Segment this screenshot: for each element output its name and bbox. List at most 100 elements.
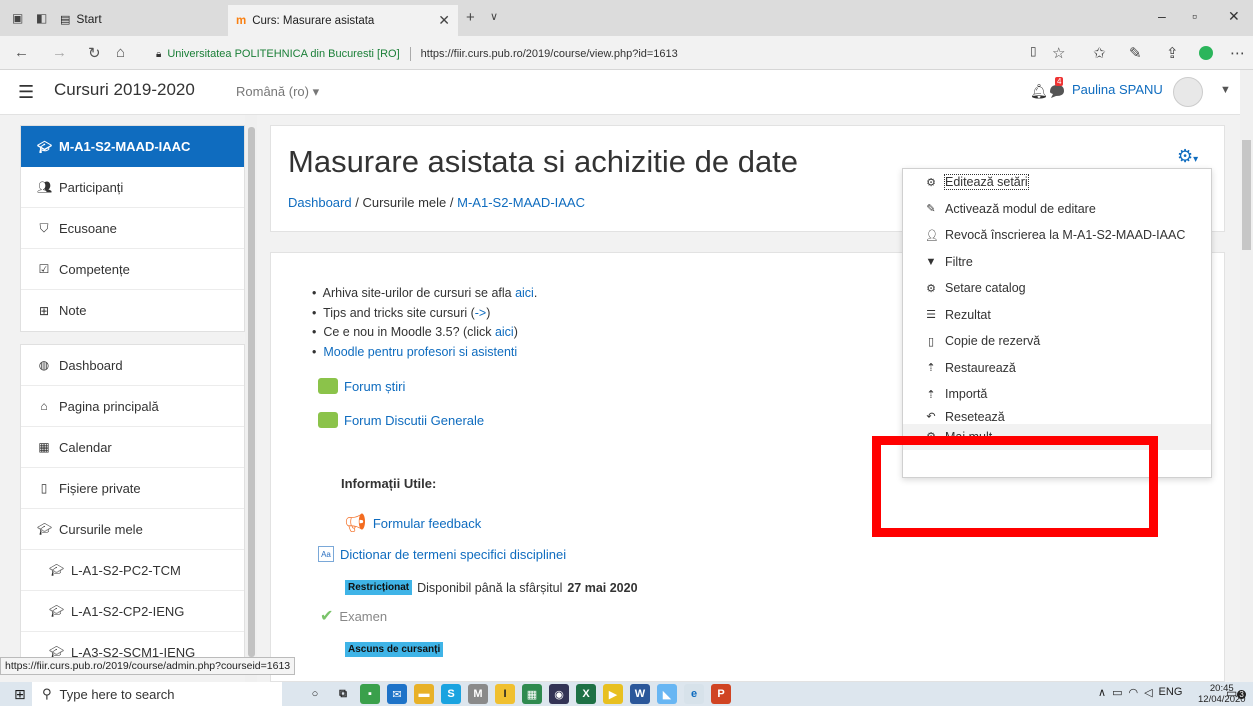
tray-chevron-icon[interactable]: ∧	[1098, 686, 1106, 699]
close-tab-icon[interactable]: ✕	[438, 12, 450, 29]
user-menu-chevron-icon[interactable]: ▼	[1220, 84, 1231, 96]
site-name[interactable]: Cursuri 2019-2020	[54, 80, 195, 100]
archive-link[interactable]: aici	[515, 286, 534, 300]
wifi-icon[interactable]: ◠	[1128, 686, 1138, 699]
file-explorer-icon[interactable]: ▬	[414, 684, 434, 704]
certificate-label[interactable]: Universitatea POLITEHNICA din Bucuresti …	[167, 48, 399, 60]
more-options-icon[interactable]: ⋯	[1230, 44, 1245, 62]
forum-news-activity[interactable]: Forum știri	[318, 378, 405, 394]
app-icon[interactable]: ▶	[603, 684, 623, 704]
url-text[interactable]: https://fiir.curs.pub.ro/2019/course/vie…	[421, 48, 678, 60]
sidebar-scrollbar[interactable]	[245, 115, 257, 682]
skype-icon[interactable]: S	[441, 684, 461, 704]
mail-icon[interactable]: ✉	[387, 684, 407, 704]
menu-edit-settings[interactable]: ⚙ Editează setări	[903, 169, 1211, 196]
menu-import[interactable]: ⇡ Importă	[903, 381, 1211, 408]
notifications-icon[interactable]: ▭ 3	[1226, 686, 1246, 700]
breadcrumb-my-courses[interactable]: Cursurile mele	[362, 195, 446, 210]
edge-icon[interactable]: e	[684, 684, 704, 704]
url-field[interactable]: 🔒︎ Universitatea POLITEHNICA din Bucures…	[156, 42, 996, 66]
word-icon[interactable]: W	[630, 684, 650, 704]
pen-notes-icon[interactable]: ✎	[1129, 44, 1142, 62]
sidebar-item-competencies[interactable]: ☑ Competențe	[21, 249, 244, 290]
sidebar-item-grades[interactable]: ⊞ Note	[21, 290, 244, 331]
forum-general-activity[interactable]: Forum Discutii Generale	[318, 412, 484, 428]
site-nav-group: ◍ Dashboard ⌂ Pagina principală ▦ Calendar …	[20, 344, 245, 674]
messages-icon[interactable]: 4	[1048, 77, 1066, 99]
reading-view-icon[interactable]: ▯	[1030, 44, 1037, 58]
glossary-activity[interactable]: Aa Dictionar de termeni specifici discip…	[318, 546, 566, 562]
sidebar-item-badges[interactable]: ⛉ Ecusoane	[21, 208, 244, 249]
whats-new-link[interactable]: aici	[495, 325, 514, 339]
taskbar-search-box[interactable]: ⚲ Type here to search	[32, 682, 282, 706]
sidebar-item-my-courses[interactable]: 🎓︎ Cursurile mele	[21, 509, 244, 550]
sidebar-item-course-2[interactable]: 🎓︎ L-A1-S2-CP2-IENG	[21, 591, 244, 632]
input-language[interactable]: ENG	[1159, 686, 1183, 699]
app-icon[interactable]: ◉	[549, 684, 569, 704]
megaphone-icon: 📢︎	[344, 513, 367, 533]
task-view-icon[interactable]: ⧉	[333, 684, 353, 704]
network-icon[interactable]: ▭	[1112, 686, 1122, 699]
menu-item-label: Setare catalog	[945, 281, 1026, 296]
extension-icon[interactable]	[1199, 46, 1213, 60]
sidebar-item-course[interactable]: 🎓︎ M-A1-S2-MAAD-IAAC	[21, 126, 244, 167]
cortana-icon[interactable]: ○	[305, 684, 325, 704]
menu-unenrol[interactable]: 👤︎ Revocă înscrierea la M-A1-S2-MAAD-IAAC	[903, 222, 1211, 249]
app-icon[interactable]: ▦	[522, 684, 542, 704]
menu-outcomes[interactable]: ☰ Rezultat	[903, 302, 1211, 329]
notifications-bell-icon[interactable]: 🔔︎	[1030, 83, 1048, 100]
hamburger-menu-icon[interactable]: ☰	[18, 82, 34, 103]
sidebar-item-private-files[interactable]: ▯ Fișiere private	[21, 468, 244, 509]
menu-backup[interactable]: ▯ Copie de rezervă	[903, 328, 1211, 355]
breadcrumb-dashboard[interactable]: Dashboard	[288, 195, 352, 210]
exam-activity[interactable]: ✔ Examen	[320, 606, 387, 626]
back-icon[interactable]: ←	[14, 44, 29, 61]
sidebar-item-dashboard[interactable]: ◍ Dashboard	[21, 345, 244, 386]
home-icon[interactable]: ⌂	[116, 44, 125, 61]
tab-actions-icon[interactable]: ▣	[12, 11, 23, 25]
sidebar-item-participants[interactable]: 👥︎ Participanți	[21, 167, 244, 208]
app-icon[interactable]: I	[495, 684, 515, 704]
sidebar-item-home[interactable]: ⌂ Pagina principală	[21, 386, 244, 427]
tab-start[interactable]: ▤ Start	[60, 8, 102, 30]
file-icon: ▯	[40, 481, 48, 495]
menu-reset[interactable]: ↶ Resetează	[903, 408, 1211, 424]
avatar[interactable]	[1173, 77, 1203, 107]
tab-course[interactable]: m Curs: Masurare asistata ✕	[228, 5, 458, 36]
activity-label: Formular feedback	[372, 516, 482, 531]
tips-link[interactable]: ->	[475, 306, 486, 320]
sidebar-item-label: Dashboard	[59, 357, 123, 373]
favorite-star-icon[interactable]: ☆	[1052, 44, 1065, 62]
page-scrollbar[interactable]	[1240, 70, 1253, 682]
close-window-icon[interactable]: ✕	[1228, 8, 1240, 25]
excel-icon[interactable]: X	[576, 684, 596, 704]
user-name[interactable]: Paulina SPANU	[1072, 82, 1163, 97]
refresh-icon[interactable]: ↻	[88, 44, 101, 62]
windows-start-icon[interactable]: ⊞	[14, 686, 26, 703]
breadcrumb-course[interactable]: M-A1-S2-MAAD-IAAC	[457, 195, 585, 210]
new-tab-icon[interactable]: +	[466, 9, 475, 26]
tab-list-chevron-icon[interactable]: ∨	[490, 10, 498, 23]
app-icon[interactable]: ▪	[360, 684, 380, 704]
language-menu[interactable]: Română (ro) ▾	[236, 84, 319, 100]
forward-icon[interactable]: →	[52, 44, 67, 61]
course-settings-gear-icon[interactable]: ⚙▾	[1177, 146, 1198, 167]
maximize-icon[interactable]: ▫	[1192, 8, 1197, 24]
tabs-aside-icon[interactable]: ◧	[36, 11, 47, 25]
menu-gradebook-setup[interactable]: ⚙ Setare catalog	[903, 275, 1211, 302]
feedback-form-activity[interactable]: 📢︎ Formular feedback	[344, 513, 481, 534]
app-icon[interactable]: M	[468, 684, 488, 704]
minimize-icon[interactable]: –	[1158, 8, 1166, 24]
powerpoint-icon[interactable]: P	[711, 684, 731, 704]
sidebar-item-course-1[interactable]: 🎓︎ L-A1-S2-PC2-TCM	[21, 550, 244, 591]
share-icon[interactable]: ⇪	[1166, 44, 1179, 62]
favorites-list-icon[interactable]: ✩	[1093, 44, 1106, 62]
app-icon[interactable]: ◣	[657, 684, 677, 704]
menu-restore[interactable]: ⇡ Restaurează	[903, 355, 1211, 382]
sidebar-item-calendar[interactable]: ▦ Calendar	[21, 427, 244, 468]
menu-item-label: Filtre	[945, 254, 973, 269]
menu-filters[interactable]: ▼ Filtre	[903, 249, 1211, 276]
volume-icon[interactable]: ◁	[1144, 686, 1152, 699]
moodle-teachers-link[interactable]: Moodle pentru profesori si asistenti	[323, 345, 517, 359]
menu-turn-editing-on[interactable]: ✎ Activează modul de editare	[903, 196, 1211, 223]
